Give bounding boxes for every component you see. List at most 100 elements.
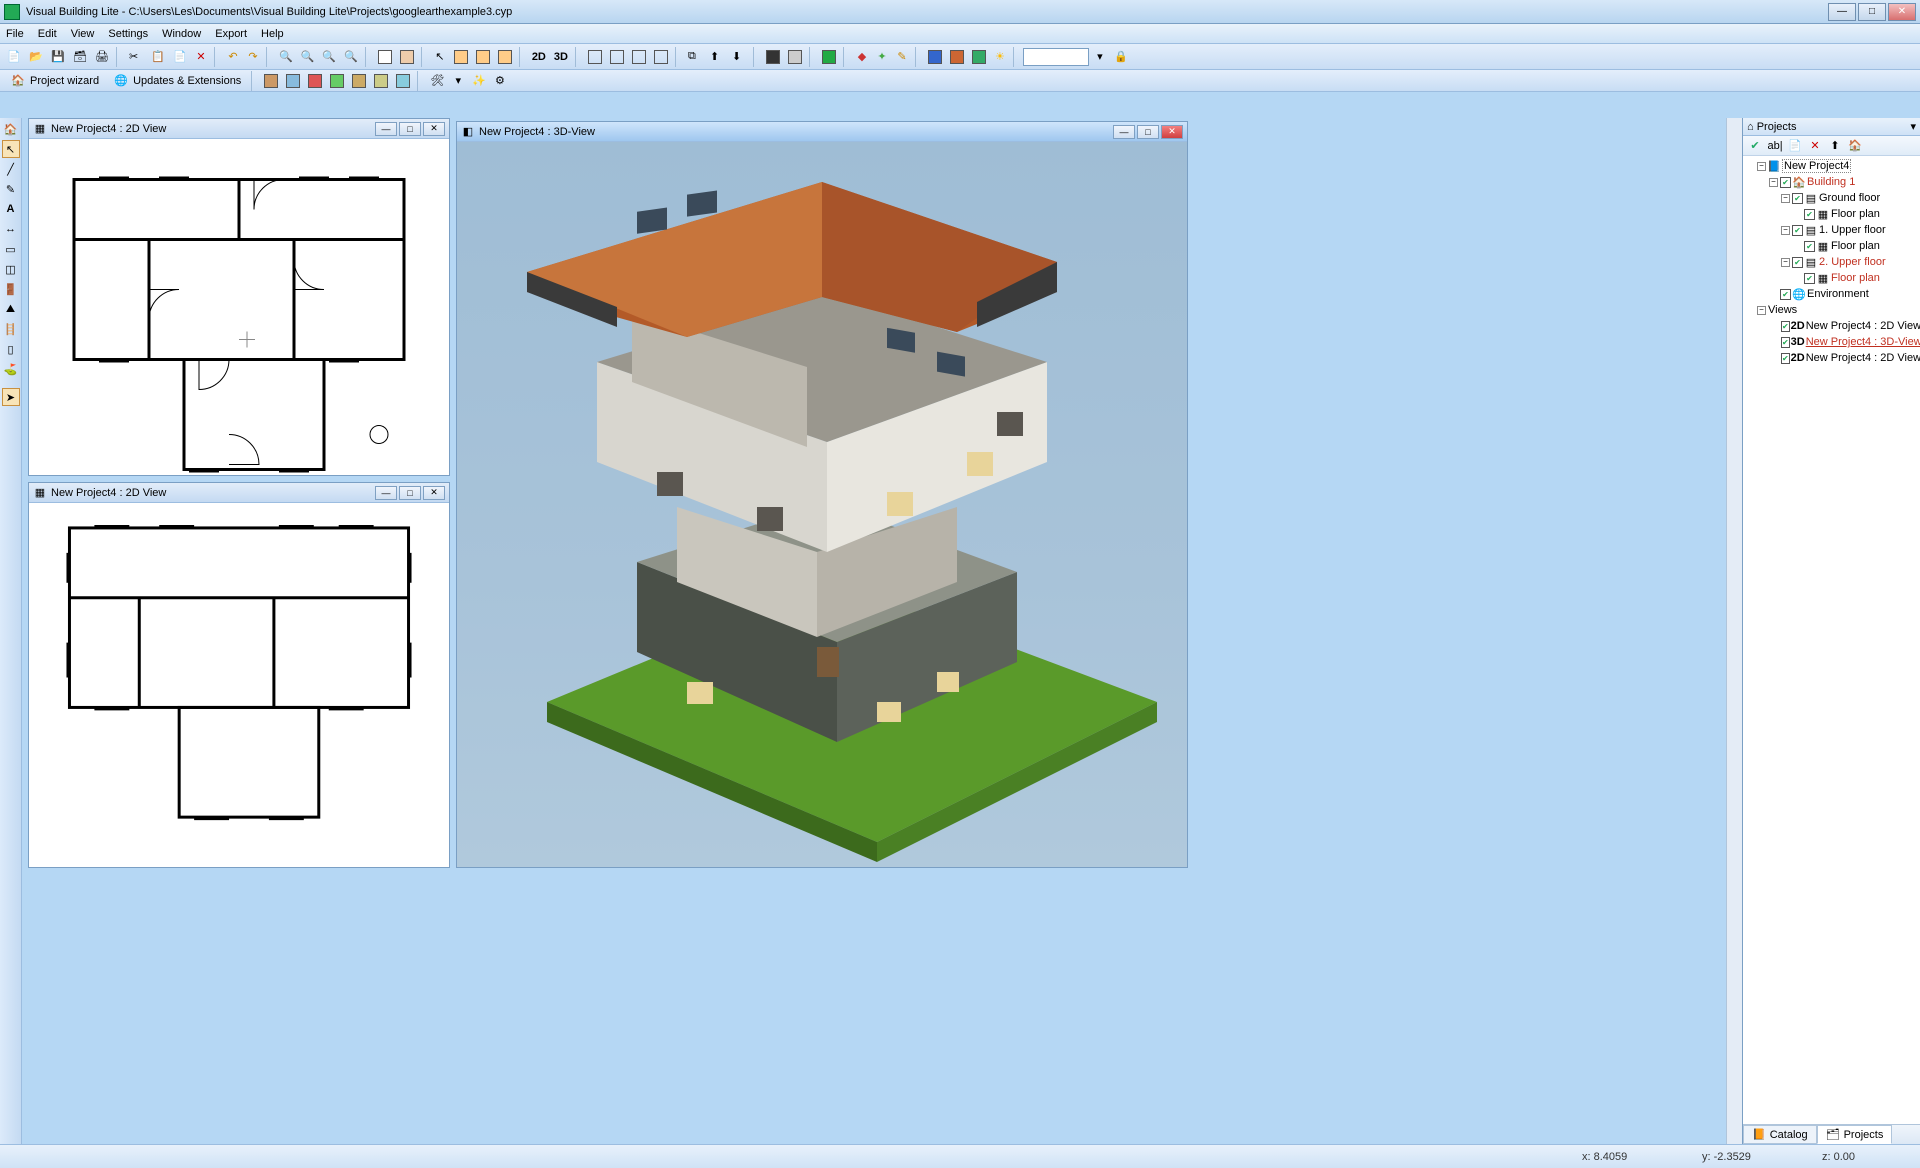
checkbox[interactable]: ✔ [1804,241,1815,252]
child-close-button[interactable]: ✕ [423,122,445,136]
checkbox[interactable]: ✔ [1781,321,1790,332]
tree-view-2[interactable]: ✔ 3D New Project4 : 3D-View [1745,334,1918,350]
expander-icon[interactable]: − [1757,162,1766,171]
tree-view-3[interactable]: ✔ 2D New Project4 : 2D View [1745,350,1918,366]
menu-file[interactable]: File [6,28,24,40]
tb2-icon-3[interactable] [305,71,325,91]
vtool-terrain-icon[interactable]: ⛳ [2,360,20,378]
render1-icon[interactable]: ◆ [853,47,871,67]
expander-icon[interactable]: − [1781,258,1790,267]
checkbox[interactable]: ✔ [1804,273,1815,284]
vtool-pencil-icon[interactable]: ✎ [2,180,20,198]
view-2d-top-canvas[interactable] [29,139,449,475]
view-3d-canvas[interactable] [457,142,1187,867]
tree-building[interactable]: − ✔ 🏠 Building 1 [1745,174,1918,190]
menu-view[interactable]: View [71,28,95,40]
tb2-icon-7[interactable] [393,71,413,91]
cut-icon[interactable]: ✂ [126,47,146,67]
view-2d-top-titlebar[interactable]: ▦ New Project4 : 2D View — □ ✕ [29,119,449,139]
tree-ground[interactable]: − ✔ ▤ Ground floor [1745,190,1918,206]
tb2-icon-5[interactable] [349,71,369,91]
tb2-wand-icon[interactable]: ✨ [469,71,489,91]
mode-2d-button[interactable]: 2D [529,47,549,67]
vtool-pointer-icon[interactable]: ➤ [2,388,20,406]
window-layout2-icon[interactable] [607,47,627,67]
tree-floorplan-3[interactable]: ✔ ▦ Floor plan [1745,270,1918,286]
lock-icon[interactable]: 🔒 [1111,47,1131,67]
tb2-gear-icon[interactable]: ⚙ [491,71,509,91]
child-maximize-button[interactable]: □ [399,486,421,500]
extra2-icon[interactable] [947,47,967,67]
child-maximize-button[interactable]: □ [399,122,421,136]
menu-window[interactable]: Window [162,28,201,40]
tb2-icon-4[interactable] [327,71,347,91]
menu-settings[interactable]: Settings [108,28,148,40]
tab-projects[interactable]: 🗂 Projects [1817,1125,1893,1144]
print-icon[interactable]: 🖨 [92,47,112,67]
zoom-in-icon[interactable]: 🔍 [276,47,296,67]
view-2d-bottom-canvas[interactable] [29,503,449,867]
panel-up-icon[interactable]: ⬆ [1827,138,1843,154]
extra3-icon[interactable] [969,47,989,67]
vtool-text-icon[interactable]: A [2,200,20,218]
child-maximize-button[interactable]: □ [1137,125,1159,139]
vtool-wall-icon[interactable]: ▭ [2,240,20,258]
checkbox[interactable]: ✔ [1804,209,1815,220]
layer-add-icon[interactable]: ⧉ [685,47,705,67]
tab-catalog[interactable]: 📙 Catalog [1743,1125,1817,1144]
close-button[interactable]: ✕ [1888,3,1916,21]
tb2-icon-1[interactable] [261,71,281,91]
child-minimize-button[interactable]: — [375,122,397,136]
checkbox[interactable]: ✔ [1781,353,1790,364]
window-layout4-icon[interactable] [651,47,671,67]
zoom-fit-icon[interactable]: 🔍 [341,47,361,67]
checkbox[interactable]: ✔ [1792,257,1803,268]
expander-icon[interactable]: − [1769,178,1778,187]
checkbox[interactable]: ✔ [1780,177,1791,188]
zoom-window-icon[interactable]: 🔍 [319,47,339,67]
projects-panel-header[interactable]: ⌂ Projects ▾ [1743,118,1920,136]
copy-icon[interactable]: 📋 [148,47,168,67]
snap2-icon[interactable] [473,47,493,67]
checkbox[interactable]: ✔ [1780,289,1791,300]
tree-floorplan-2[interactable]: ✔ ▦ Floor plan [1745,238,1918,254]
save-icon[interactable]: 💾 [48,47,68,67]
tree-upper1[interactable]: − ✔ ▤ 1. Upper floor [1745,222,1918,238]
panel-delete-icon[interactable]: ✕ [1807,138,1823,154]
panel-menu-icon[interactable]: ▾ [1910,120,1916,133]
child-minimize-button[interactable]: — [375,486,397,500]
dropdown-arrow-icon[interactable]: ▾ [1091,47,1109,67]
sun-icon[interactable]: ☀ [991,47,1009,67]
mode-3d-button[interactable]: 3D [551,47,571,67]
view-3d-titlebar[interactable]: ◧ New Project4 : 3D-View — □ ✕ [457,122,1187,142]
vtool-select-icon[interactable]: ↖ [2,140,20,158]
vtool-dimension-icon[interactable]: ↔ [2,220,20,238]
tb2-drop-icon[interactable]: ▾ [449,71,467,91]
maximize-button[interactable]: □ [1858,3,1886,21]
project-wizard-button[interactable]: 🏠 Project wizard [4,71,105,91]
extra1-icon[interactable] [925,47,945,67]
tree-root[interactable]: − 📘 New Project4 [1745,158,1918,174]
checkbox[interactable]: ✔ [1792,225,1803,236]
panel-home-icon[interactable]: 🏠 [1847,138,1863,154]
vtool-stairs-icon[interactable]: 🪜 [2,320,20,338]
panel-new-icon[interactable]: 📄 [1787,138,1803,154]
expander-icon[interactable]: − [1781,226,1790,235]
open-file-icon[interactable]: 📂 [26,47,46,67]
redo-icon[interactable]: ↷ [244,47,262,67]
panel-rename-icon[interactable]: ab| [1767,138,1783,154]
delete-icon[interactable]: ✕ [192,47,210,67]
window-layout1-icon[interactable] [585,47,605,67]
layer-down-icon[interactable]: ⬇ [729,47,749,67]
child-close-button[interactable]: ✕ [1161,125,1183,139]
tree-views[interactable]: − Views [1745,302,1918,318]
save-all-icon[interactable]: 🗃 [70,47,90,67]
new-file-icon[interactable]: 📄 [4,47,24,67]
view-2d-bottom-titlebar[interactable]: ▦ New Project4 : 2D View — □ ✕ [29,483,449,503]
paste-icon[interactable]: 📄 [170,47,190,67]
toolbar-input[interactable] [1023,48,1089,66]
snap1-icon[interactable] [451,47,471,67]
vtool-column-icon[interactable]: ▯ [2,340,20,358]
color-fill-icon[interactable] [819,47,839,67]
tree-view-1[interactable]: ✔ 2D New Project4 : 2D View [1745,318,1918,334]
